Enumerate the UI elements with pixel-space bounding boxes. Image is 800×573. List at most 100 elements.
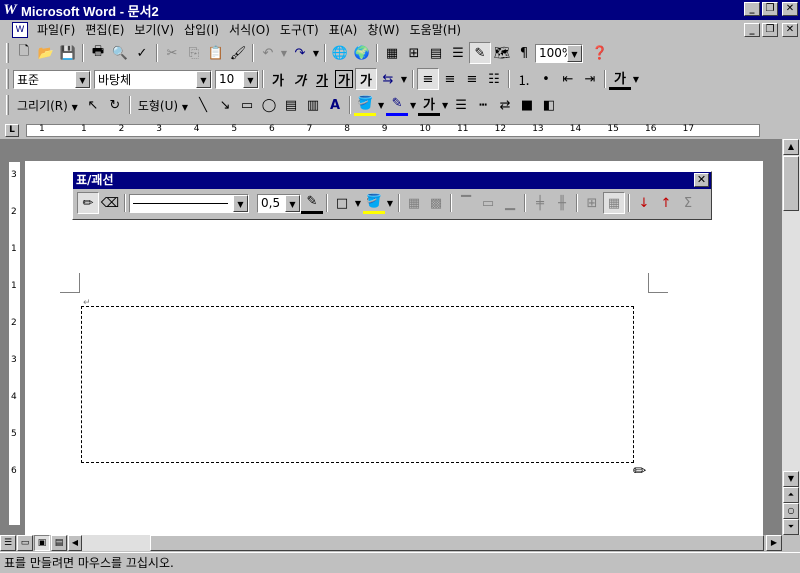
hscroll-track[interactable]	[82, 535, 150, 551]
font-color-button[interactable]: 가	[609, 68, 631, 90]
tab-selector[interactable]: L	[5, 124, 19, 137]
arrow-icon[interactable]: ↘	[214, 94, 236, 116]
columns-icon[interactable]: ☰	[447, 42, 469, 64]
insert-table-icon[interactable]: ⊞	[403, 42, 425, 64]
copy-icon[interactable]: ⎘	[183, 42, 205, 64]
font-size-select[interactable]: 10 ▼	[215, 69, 259, 89]
table-autoformat-icon[interactable]: ⊞	[581, 192, 603, 214]
merge-cells-icon[interactable]: ▦	[403, 192, 425, 214]
chevron-down-icon[interactable]: ▼	[243, 70, 258, 88]
align-center-icon[interactable]: ≡	[439, 68, 461, 90]
align-right-icon[interactable]: ≡	[461, 68, 483, 90]
split-cells-icon[interactable]: ▩	[425, 192, 447, 214]
drawing-icon[interactable]: ✎	[469, 42, 491, 64]
autosum-icon[interactable]: Σ	[677, 192, 699, 214]
page-layout-icon[interactable]: ▣	[34, 535, 50, 551]
fill-color-icon[interactable]: 🪣	[354, 94, 377, 116]
print-icon[interactable]: 🖶	[87, 42, 109, 64]
show-hide-icon[interactable]: ¶	[513, 42, 535, 64]
vertical-scrollbar[interactable]: ▲ ▼ ⏶ ○ ⏷	[782, 139, 800, 535]
browse-object-icon[interactable]: ○	[783, 503, 799, 519]
toolbar-grip[interactable]	[6, 43, 9, 63]
ruler-strip[interactable]: 1 1 2 3 4 5 6 7 8 9 10 11 12 13 14 15 16 17	[26, 124, 760, 137]
outside-border-icon[interactable]: □	[331, 192, 353, 214]
scroll-right-icon[interactable]: ▶	[766, 535, 782, 551]
redo-icon[interactable]: ↷	[289, 42, 311, 64]
tables-borders-icon[interactable]: ▦	[381, 42, 403, 64]
open-folder-icon[interactable]: 📂	[35, 42, 57, 64]
menu-table[interactable]: 표(A)	[324, 21, 363, 39]
doc-minimize-button[interactable]: _	[744, 23, 760, 37]
oval-icon[interactable]: ◯	[258, 94, 280, 116]
insert-excel-icon[interactable]: ▤	[425, 42, 447, 64]
doc-restore-button[interactable]: ❐	[762, 23, 778, 37]
restore-button[interactable]: ❐	[762, 2, 778, 16]
scroll-up-icon[interactable]: ▲	[783, 139, 799, 155]
menu-view[interactable]: 보기(V)	[129, 21, 179, 39]
shading-dropdown-icon[interactable]: ▼	[385, 192, 395, 214]
numbering-icon[interactable]: ⒈	[513, 68, 535, 90]
tables-borders-titlebar[interactable]: 표/괘선 ✕	[73, 172, 711, 189]
free-rotate-icon[interactable]: ↻	[104, 94, 126, 116]
close-icon[interactable]: ✕	[694, 173, 709, 187]
menu-file[interactable]: 파일(F)	[32, 21, 80, 39]
text-box-icon[interactable]: ▤	[280, 94, 302, 116]
shading-color-icon[interactable]: 🪣	[363, 192, 385, 214]
border-dropdown-icon[interactable]: ▼	[353, 192, 363, 214]
word-app-icon[interactable]: W	[2, 2, 18, 18]
outline-button[interactable]: 가	[335, 70, 353, 89]
web-toolbar-icon[interactable]: 🌍	[351, 42, 373, 64]
undo-dropdown-icon[interactable]: ▼	[279, 42, 289, 64]
print-preview-icon[interactable]: 🔍	[109, 42, 131, 64]
table-outline[interactable]	[81, 306, 634, 463]
outline-view-icon[interactable]: ▤	[51, 535, 67, 551]
menu-format[interactable]: 서식(O)	[224, 21, 275, 39]
align-top-icon[interactable]: ▔	[455, 192, 477, 214]
increase-indent-icon[interactable]: ⇥	[579, 68, 601, 90]
line-color-dropdown-icon[interactable]: ▼	[408, 94, 418, 116]
document-icon[interactable]: W	[12, 22, 28, 38]
draw-table-pencil-icon[interactable]: ✏	[77, 192, 99, 214]
align-justify-icon[interactable]: ≡	[417, 68, 439, 90]
hscroll-thumb[interactable]	[150, 535, 764, 551]
web-layout-icon[interactable]: ▭	[17, 535, 33, 551]
title-bar[interactable]: W Microsoft Word - 문서2 _ ❐ ✕	[0, 0, 800, 20]
previous-page-icon[interactable]: ⏶	[783, 487, 799, 503]
align-bottom-icon[interactable]: ▁	[499, 192, 521, 214]
horizontal-scrollbar[interactable]: ☰ ▭ ▣ ▤ ◀ ▶	[0, 535, 782, 551]
bold-button[interactable]: 가	[267, 68, 289, 90]
save-icon[interactable]: 💾	[57, 42, 79, 64]
spelling-icon[interactable]: ✓	[131, 42, 153, 64]
rectangle-icon[interactable]: ▭	[236, 94, 258, 116]
new-document-icon[interactable]: 🗋	[13, 42, 35, 64]
document-map-icon[interactable]: 🗺	[491, 42, 513, 64]
undo-icon[interactable]: ↶	[257, 42, 279, 64]
toolbar-grip[interactable]	[6, 95, 9, 115]
align-middle-icon[interactable]: ▭	[477, 192, 499, 214]
distribute-icon[interactable]: ☷	[483, 68, 505, 90]
bullets-icon[interactable]: •	[535, 68, 557, 90]
menu-window[interactable]: 창(W)	[362, 21, 404, 39]
font-color-dropdown-icon[interactable]: ▼	[631, 68, 641, 90]
menu-help[interactable]: 도움말(H)	[405, 21, 467, 39]
shadow-icon[interactable]: ■	[516, 94, 538, 116]
draw-font-color-button[interactable]: 가	[418, 94, 441, 116]
line-icon[interactable]: ╲	[192, 94, 214, 116]
format-painter-icon[interactable]: 🖌	[227, 42, 249, 64]
office-assistant-icon[interactable]: ❓	[589, 42, 611, 64]
sort-ascending-icon[interactable]: ↓	[633, 192, 655, 214]
tables-borders-toolbar[interactable]: 표/괘선 ✕ ✏ ⌫ ▼ 0,5 ▼ ✎ □ ▼ 🪣 ▼ ▦ ▩ ▔ ▭ ▁ ╪…	[72, 171, 712, 220]
draw-font-color-dropdown-icon[interactable]: ▼	[440, 94, 450, 116]
vertical-ruler[interactable]: 3 2 1 1 2 3 4 5 6	[3, 141, 21, 533]
chevron-down-icon[interactable]: ▼	[285, 194, 300, 212]
next-page-icon[interactable]: ⏷	[783, 519, 799, 535]
style-select[interactable]: 표준 ▼	[13, 69, 91, 89]
select-objects-icon[interactable]: ↖	[82, 94, 104, 116]
chevron-down-icon[interactable]: ▼	[567, 44, 582, 62]
menu-edit[interactable]: 편집(E)	[80, 21, 129, 39]
vertical-text-box-icon[interactable]: ▥	[302, 94, 324, 116]
scroll-left-icon[interactable]: ◀	[68, 535, 82, 551]
arrow-style-icon[interactable]: ⇄	[494, 94, 516, 116]
sort-descending-icon[interactable]: ↑	[655, 192, 677, 214]
underline-button[interactable]: 가	[311, 68, 333, 90]
